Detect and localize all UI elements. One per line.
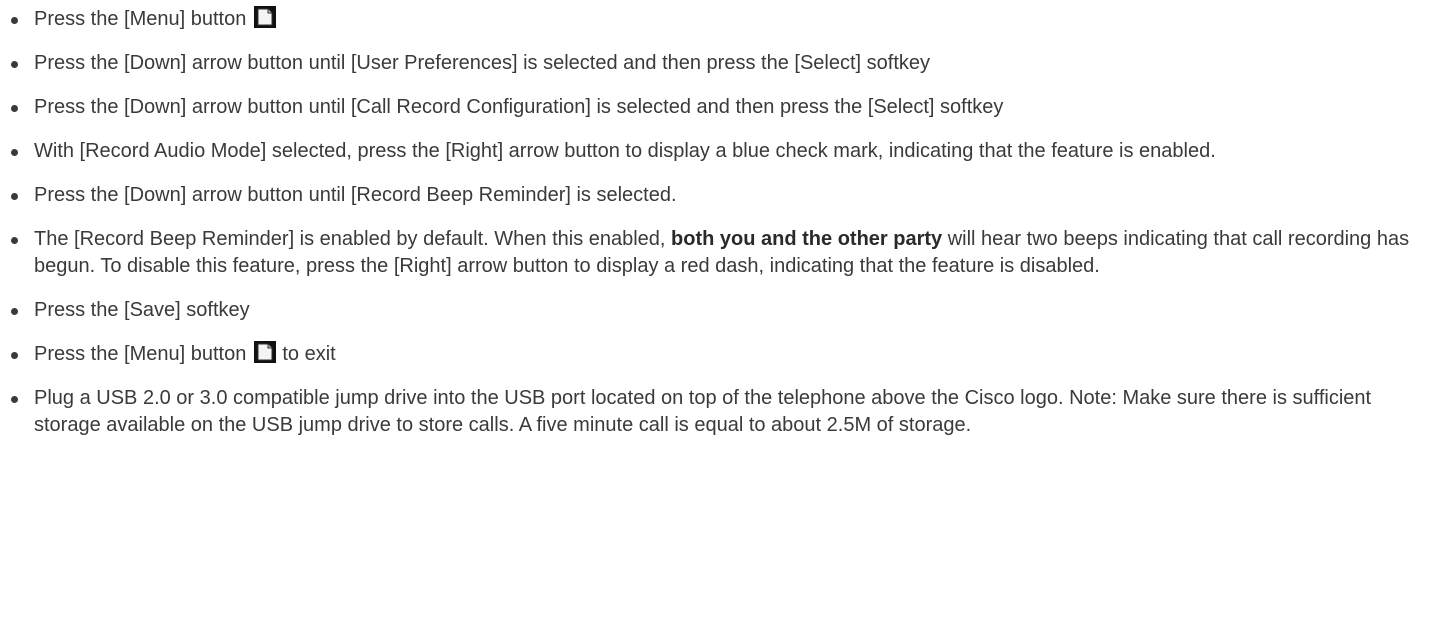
step-3-text: Press the [Down] arrow button until [Cal… <box>34 96 1004 118</box>
step-1-text: Press the [Menu] button <box>34 8 247 30</box>
step-3: Press the [Down] arrow button until [Cal… <box>8 94 1439 121</box>
step-6: The [Record Beep Reminder] is enabled by… <box>8 226 1439 280</box>
step-7-text: Press the [Save] softkey <box>34 299 250 321</box>
step-8-text-start: Press the [Menu] button <box>34 343 247 365</box>
step-9-text: Plug a USB 2.0 or 3.0 compatible jump dr… <box>34 387 1372 436</box>
step-8: Press the [Menu] button to exit <box>8 341 1439 368</box>
step-4: With [Record Audio Mode] selected, press… <box>8 138 1439 165</box>
step-2-text: Press the [Down] arrow button until [Use… <box>34 52 930 74</box>
instruction-list: Press the [Menu] button Press the [Down]… <box>0 0 1439 439</box>
step-5: Press the [Down] arrow button until [Rec… <box>8 182 1439 209</box>
step-2: Press the [Down] arrow button until [Use… <box>8 50 1439 77</box>
step-4-text: With [Record Audio Mode] selected, press… <box>34 140 1216 162</box>
menu-button-icon <box>254 6 277 28</box>
step-6-bold-text: both you and the other party <box>671 228 943 250</box>
step-6-text-start: The [Record Beep Reminder] is enabled by… <box>34 228 672 250</box>
step-7: Press the [Save] softkey <box>8 297 1439 324</box>
step-9: Plug a USB 2.0 or 3.0 compatible jump dr… <box>8 385 1439 439</box>
step-1: Press the [Menu] button <box>8 6 1439 33</box>
menu-button-icon <box>254 341 277 363</box>
step-8-text-end: to exit <box>282 343 336 365</box>
step-5-text: Press the [Down] arrow button until [Rec… <box>34 184 677 206</box>
